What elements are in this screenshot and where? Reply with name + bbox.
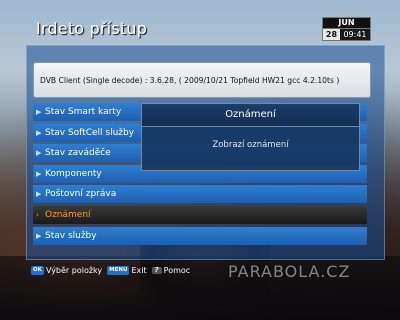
- menu-item-label: Stav služby: [45, 230, 97, 241]
- menu-item-label: Stav Smart karty: [45, 107, 122, 117]
- menu-item-label: Stav SoftCell služby: [45, 127, 135, 138]
- hint-label: Pomoc: [163, 266, 191, 275]
- chevron-right-icon: ▶: [36, 128, 42, 137]
- clock-month: JUN: [322, 17, 371, 29]
- page-title: Irdeto přístup: [36, 19, 148, 38]
- chevron-right-icon: ▶: [36, 108, 42, 116]
- help-key-icon: ?: [151, 267, 162, 274]
- menu-item-label: Oznámení: [45, 209, 91, 220]
- menu-item-announcements[interactable]: › Oznámení: [33, 205, 367, 224]
- menu-item-service-status[interactable]: ▶ Stav služby: [33, 226, 367, 245]
- chevron-right-icon: ▶: [36, 169, 42, 178]
- button-hints-bar: OK Výběr položky MENU Exit ? Pomoc: [31, 266, 195, 275]
- menu-item-mail-message[interactable]: ▶ Poštovní zpráva: [33, 185, 367, 204]
- chevron-right-icon: ▶: [36, 190, 42, 199]
- popup-title: Oznámení: [142, 104, 359, 127]
- clock-time: 09:41: [340, 29, 370, 40]
- client-info-box: DVB Client (Single decode) : 3.6.28, ( 2…: [33, 62, 371, 98]
- watermark: PARABOLA.CZ: [228, 262, 351, 281]
- hint-ok: OK Výběr položky: [31, 266, 102, 275]
- menu-key-icon: MENU: [107, 266, 130, 275]
- menu-item-label: Stav zaváděče: [45, 148, 111, 159]
- menu-item-label: Poštovní zpráva: [45, 189, 117, 200]
- chevron-right-icon: ›: [36, 210, 39, 219]
- clock-row: 28 09:41: [322, 29, 371, 41]
- chevron-right-icon: ▶: [36, 231, 42, 240]
- clock-widget: JUN 28 09:41: [322, 17, 371, 41]
- hint-label: Výběr položky: [45, 266, 103, 275]
- hint-label: Exit: [131, 266, 147, 275]
- hint-menu: MENU Exit: [107, 266, 147, 275]
- popup-message: Zobrazí oznámení: [212, 140, 289, 150]
- clock-day: 28: [323, 29, 340, 40]
- ok-key-icon: OK: [31, 266, 44, 275]
- menu-item-label: Komponenty: [45, 168, 102, 179]
- chevron-right-icon: ▶: [36, 149, 42, 158]
- announcement-popup: Oznámení Zobrazí oznámení: [141, 103, 360, 171]
- hint-help: ? Pomoc: [151, 266, 191, 275]
